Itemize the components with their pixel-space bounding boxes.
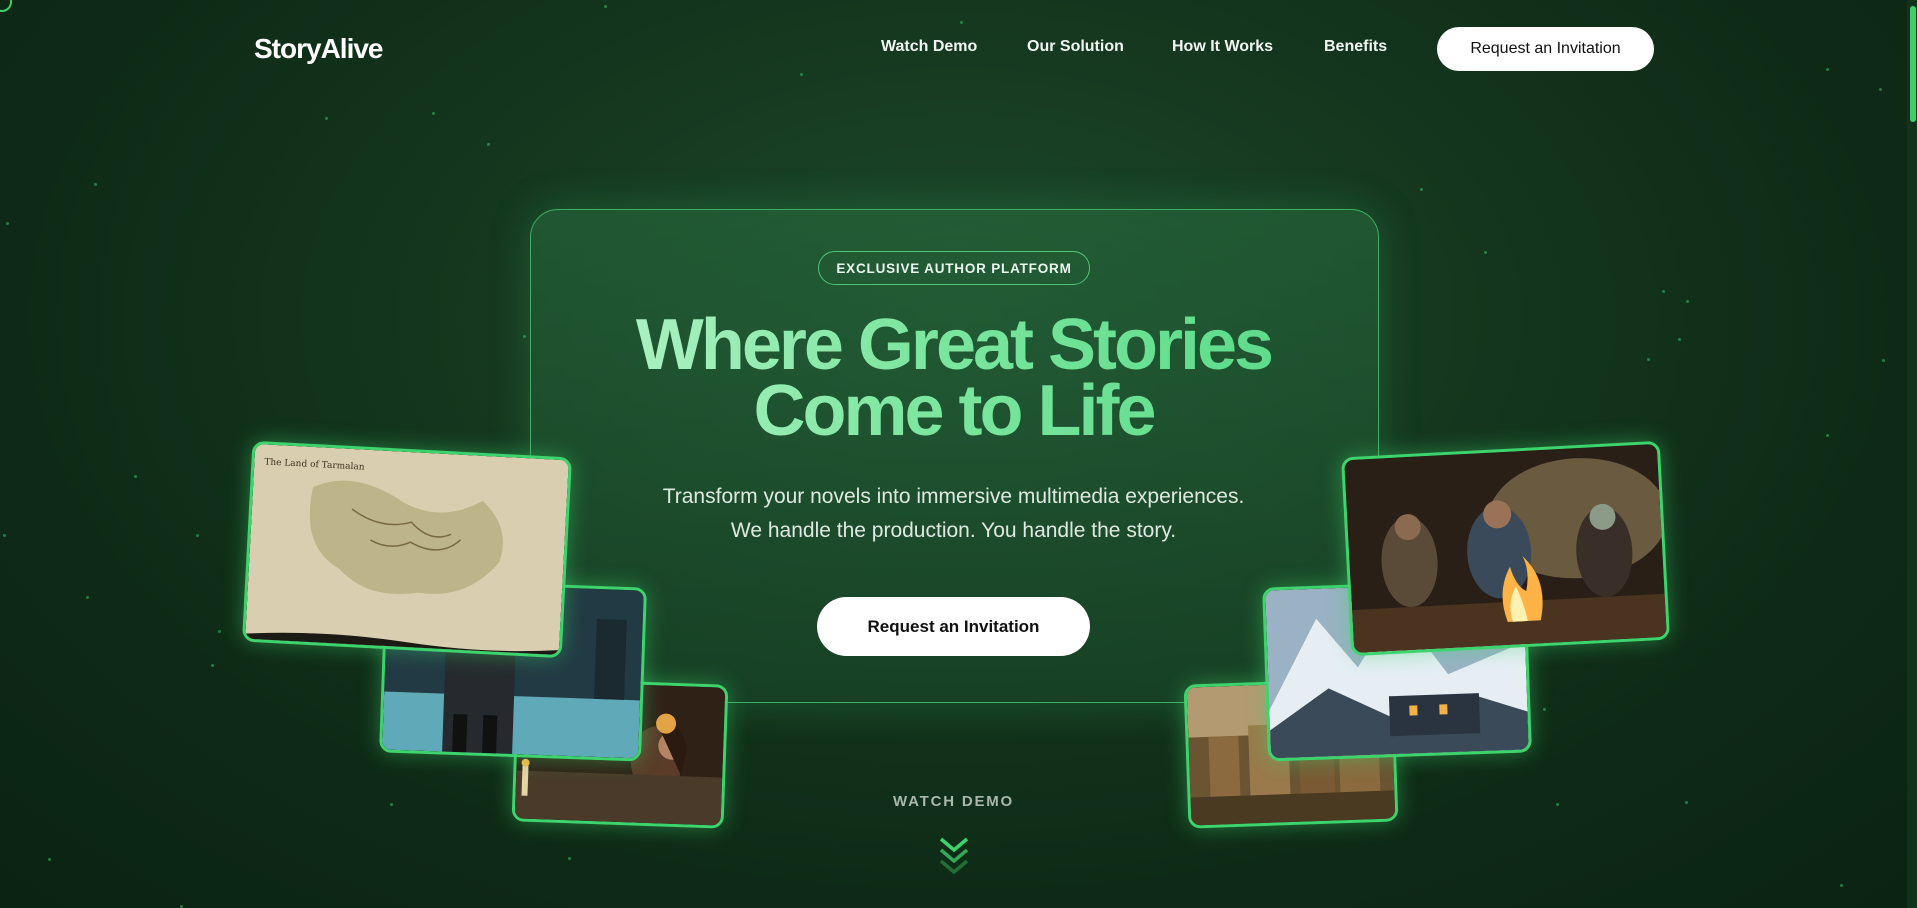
nav-watch-demo[interactable]: Watch Demo (881, 38, 977, 56)
hero-headline: Where Great Stories Come to Life (530, 312, 1377, 444)
nav-how-it-works[interactable]: How It Works (1172, 38, 1273, 56)
hero-subtitle: Transform your novels into immersive mul… (530, 480, 1377, 548)
header-request-invitation-button[interactable]: Request an Invitation (1437, 27, 1654, 71)
logo[interactable]: StoryAlive (254, 33, 383, 65)
campfire-scene-image (1341, 440, 1670, 657)
nav-our-solution[interactable]: Our Solution (1027, 38, 1124, 56)
hero-request-invitation-button[interactable]: Request an Invitation (817, 597, 1090, 656)
nav-benefits[interactable]: Benefits (1324, 38, 1387, 56)
subtitle-line-2: We handle the production. You handle the… (730, 519, 1177, 542)
platform-badge: EXCLUSIVE AUTHOR PLATFORM (818, 251, 1090, 285)
headline-line-1: Where Great Stories (635, 305, 1272, 385)
chevron-double-down-icon[interactable] (938, 836, 970, 880)
subtitle-line-1: Transform your novels into immersive mul… (662, 485, 1245, 508)
fantasy-map-image: The Land of Tarmalan (241, 440, 573, 659)
corner-ring-decoration (0, 0, 12, 12)
watch-demo-link[interactable]: WATCH DEMO (0, 793, 1907, 810)
headline-line-2: Come to Life (753, 371, 1154, 451)
scrollbar-thumb[interactable] (1910, 6, 1916, 122)
page-scrollbar[interactable] (1907, 0, 1917, 908)
